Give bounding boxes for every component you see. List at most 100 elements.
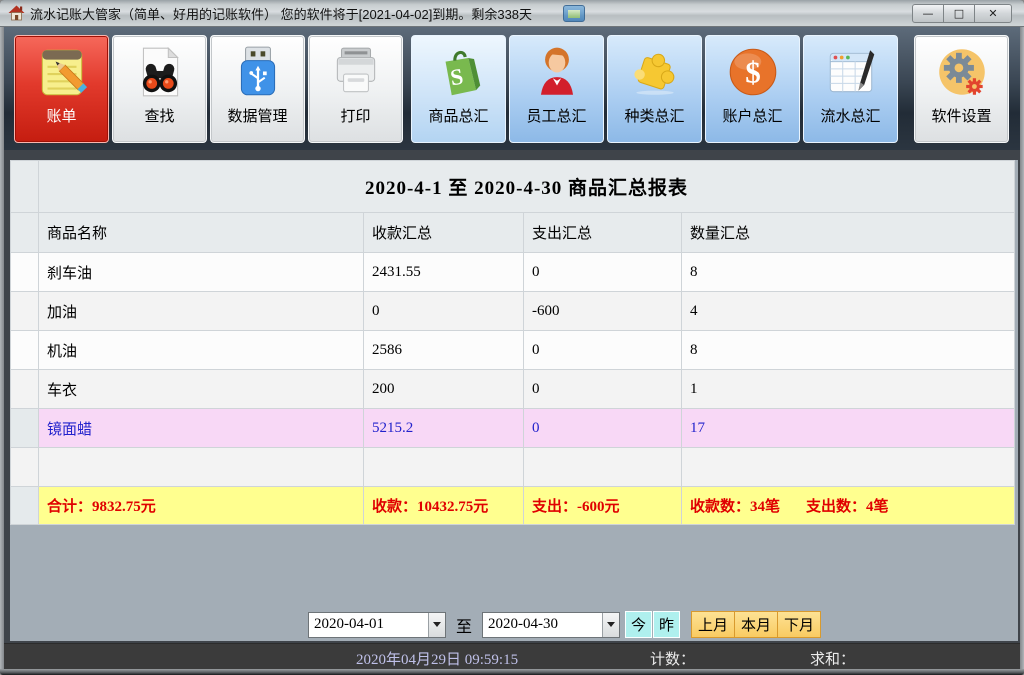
cell-name: 刹车油 [39,253,364,292]
staff-summary-button-label: 员工总汇 [526,109,586,126]
gears-icon [933,43,991,101]
shopping-bag-icon: S [430,43,488,101]
cell-income: 2586 [364,331,524,370]
data-manage-button-label: 数据管理 [227,109,287,126]
cell-income: 0 [364,292,524,331]
goods-summary-button[interactable]: S 商品总汇 [411,35,506,143]
bill-button-label: 账单 [46,109,76,126]
category-summary-button[interactable]: 种类总汇 [607,35,702,143]
toolbar: 账单 查找 [4,27,1020,150]
range-separator-label: 至 [456,613,472,637]
summary-report-table: 2020-4-1 至 2020-4-30 商品汇总报表 商品名称 收款汇总 支出… [10,160,1015,525]
cell-qty: 17 [682,409,1015,448]
report-title-row: 2020-4-1 至 2020-4-30 商品汇总报表 [11,161,1015,213]
binoculars-icon [131,43,189,101]
summary-expense: 支出：-600元 [524,487,682,525]
account-summary-button-label: 账户总汇 [722,109,782,126]
bill-button[interactable]: 账单 [14,35,109,143]
cell-qty: 8 [682,331,1015,370]
content-area: 2020-4-1 至 2020-4-30 商品汇总报表 商品名称 收款汇总 支出… [4,150,1020,643]
row-gutter [11,161,39,213]
minimize-button[interactable]: — [912,4,944,23]
account-summary-button[interactable]: $ 账户总汇 [705,35,800,143]
status-datetime: 2020年04月29日 09:59:15 [356,648,518,669]
date-to-dropdown-button[interactable] [602,613,619,637]
cell-expense: 0 [524,409,682,448]
date-from-dropdown-button[interactable] [428,613,445,637]
chevron-down-icon [607,622,615,627]
staff-summary-button[interactable]: 员工总汇 [509,35,604,143]
close-button[interactable]: ✕ [974,4,1012,23]
cell-name: 加油 [39,292,364,331]
summary-income: 收款：10432.75元 [364,487,524,525]
report-title: 2020-4-1 至 2020-4-30 商品汇总报表 [39,161,1015,213]
puzzle-piece-icon [626,43,684,101]
row-gutter[interactable] [11,253,39,292]
table-row[interactable]: 刹车油 2431.55 0 8 [11,253,1015,292]
window-frame-bottom [0,669,1024,675]
column-header-expense[interactable]: 支出汇总 [524,213,682,253]
titlebar: 流水记账大管家（简单、好用的记账软件） 您的软件将于[2021-04-02]到期… [0,0,1024,27]
search-button[interactable]: 查找 [112,35,207,143]
summary-total: 合计：9832.75元 [39,487,364,525]
cell-expense: 0 [524,370,682,409]
summary-row: 合计：9832.75元 收款：10432.75元 支出：-600元 收款数：34… [11,487,1015,525]
summary-income-count: 收款数：34笔 [690,499,780,515]
settings-button-label: 软件设置 [931,109,991,126]
cell-income: 200 [364,370,524,409]
prev-month-button[interactable]: 上月 [691,611,735,638]
cell-name: 镜面蜡 [39,409,364,448]
row-gutter[interactable] [11,331,39,370]
svg-text:$: $ [745,54,761,89]
app-window: 流水记账大管家（简单、好用的记账软件） 您的软件将于[2021-04-02]到期… [0,0,1024,675]
cell-income: 2431.55 [364,253,524,292]
cell-qty: 4 [682,292,1015,331]
table-row-empty [11,448,1015,487]
yesterday-button[interactable]: 昨 [653,611,680,638]
print-button-label: 打印 [340,109,370,126]
column-header-name[interactable]: 商品名称 [39,213,364,253]
row-gutter[interactable] [11,370,39,409]
column-header-qty[interactable]: 数量汇总 [682,213,1015,253]
dollar-coin-icon: $ [724,43,782,101]
window-frame-left [0,27,4,669]
date-from-select[interactable]: 2020-04-01 [308,612,446,638]
print-button[interactable]: 打印 [308,35,403,143]
window-frame-right [1020,27,1024,669]
cell-expense: 0 [524,331,682,370]
status-count-label: 计数： [650,648,695,669]
table-row[interactable]: 加油 0 -600 4 [11,292,1015,331]
today-button[interactable]: 今 [625,611,652,638]
row-gutter[interactable] [11,292,39,331]
cell-qty: 1 [682,370,1015,409]
date-from-value: 2020-04-01 [309,616,428,633]
cell-expense: 0 [524,253,682,292]
row-gutter [11,213,39,253]
table-row[interactable]: 机油 2586 0 8 [11,331,1015,370]
home-icon [8,5,25,21]
status-sum-label: 求和： [810,648,855,669]
cell-expense: -600 [524,292,682,331]
row-gutter [11,448,39,487]
window-title: 流水记账大管家（简单、好用的记账软件） 您的软件将于[2021-04-02]到期… [30,4,532,23]
date-to-select[interactable]: 2020-04-30 [482,612,620,638]
person-icon [528,43,586,101]
notepad-pencil-icon [33,43,91,101]
next-month-button[interactable]: 下月 [777,611,821,638]
data-manage-button[interactable]: 数据管理 [210,35,305,143]
column-header-income[interactable]: 收款汇总 [364,213,524,253]
this-month-button[interactable]: 本月 [734,611,778,638]
goods-summary-button-label: 商品总汇 [428,109,488,126]
status-bar: 2020年04月29日 09:59:15 计数： 求和： [4,643,1020,669]
maximize-button[interactable]: □ [943,4,975,23]
search-button-label: 查找 [144,109,174,126]
usb-drive-icon [229,43,287,101]
settings-button[interactable]: 软件设置 [914,35,1009,143]
flow-summary-button[interactable]: 流水总汇 [803,35,898,143]
row-gutter[interactable] [11,409,39,448]
date-to-value: 2020-04-30 [483,616,602,633]
printer-icon [327,43,385,101]
table-row-selected[interactable]: 镜面蜡 5215.2 0 17 [11,409,1015,448]
table-row[interactable]: 车衣 200 0 1 [11,370,1015,409]
cell-qty: 8 [682,253,1015,292]
